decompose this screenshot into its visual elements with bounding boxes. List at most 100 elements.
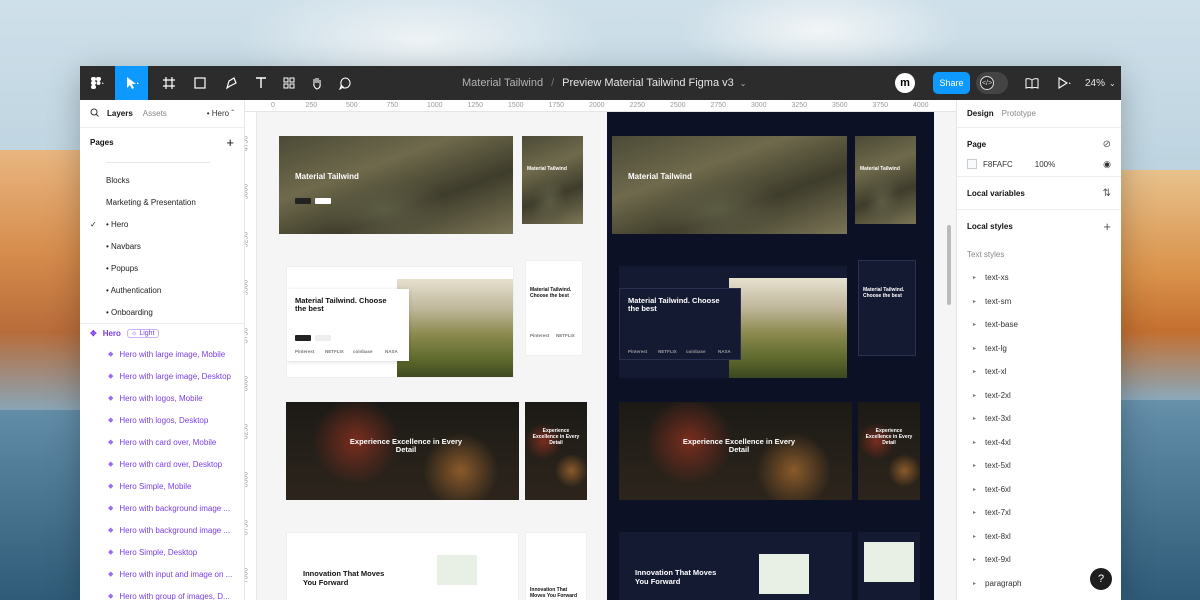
page-fill-row[interactable]: F8FAFC 100% ◉: [967, 152, 1111, 176]
add-style-icon[interactable]: +: [1103, 219, 1111, 234]
text-style-item[interactable]: ▸ text-4xl: [957, 431, 1121, 455]
page-opacity[interactable]: 100%: [1035, 160, 1055, 169]
text-style-item[interactable]: ▸ text-7xl: [957, 501, 1121, 525]
hand-tool-icon[interactable]: [304, 66, 330, 100]
frame-hero-card-over-desktop[interactable]: Material Tailwind. Choose the best Pinte…: [286, 266, 514, 378]
page-item-label: • Popups: [106, 263, 139, 273]
layers-list: ◆ Hero with large image, Mobile ◆ Hero with…: [80, 343, 244, 600]
frame-hero-large-image-mobile[interactable]: Material Tailwind: [522, 136, 583, 224]
canvas[interactable]: 0 250 500 750 1000 1250 1500 1750 2000 2250 2500 27…: [245, 100, 956, 600]
logo-nasa: NASA: [718, 349, 731, 354]
page-item[interactable]: • Navbars: [80, 235, 244, 257]
tab-layers[interactable]: Layers: [107, 109, 133, 118]
team-name[interactable]: Material Tailwind: [462, 77, 543, 89]
text-style-item[interactable]: ▸ text-sm: [957, 290, 1121, 314]
frame-hero-large-image-desktop[interactable]: Material Tailwind: [279, 136, 513, 234]
text-style-item[interactable]: ▸ text-lg: [957, 337, 1121, 361]
frame-hero-background-image-desktop-dark[interactable]: Experience Excellence in Every Detail: [619, 402, 852, 500]
move-tool-icon[interactable]: [115, 66, 148, 100]
tab-prototype[interactable]: Prototype: [1002, 109, 1036, 118]
layer-item[interactable]: ◆ Hero with large image, Mobile: [80, 343, 244, 365]
components-icon[interactable]: [276, 66, 302, 100]
layer-item[interactable]: ◆ Hero with background image ...: [80, 519, 244, 541]
frame-hero-card-over-mobile[interactable]: Material Tailwind. Choose the best Pinte…: [525, 260, 583, 356]
frame-hero-background-image-mobile[interactable]: Experience Excellence in Every Detail: [525, 402, 587, 500]
frame-title: Material Tailwind. Choose the best: [295, 296, 387, 313]
eye-icon[interactable]: ◉: [1103, 159, 1111, 170]
add-page-icon[interactable]: +: [226, 135, 234, 150]
text-style-item[interactable]: ▸ text-5xl: [957, 454, 1121, 478]
frame-title: Material Tailwind: [860, 166, 900, 172]
page-item[interactable]: • Onboarding: [80, 301, 244, 323]
text-style-item[interactable]: ▸ text-2xl: [957, 384, 1121, 408]
frame-hero-group-images-mobile-dark[interactable]: [858, 532, 920, 600]
layer-item[interactable]: ◆ Hero Simple, Desktop: [80, 541, 244, 563]
avatar[interactable]: m: [895, 73, 915, 93]
ruler-tick-label: 2250: [629, 102, 646, 109]
layer-item[interactable]: ◆ Hero Simple, Mobile: [80, 475, 244, 497]
layer-item[interactable]: ◆ Hero with logos, Desktop: [80, 409, 244, 431]
text-style-item[interactable]: ▸ text-3xl: [957, 407, 1121, 431]
frame-hero-input-image-desktop-dark[interactable]: Innovation That Moves You Forward: [619, 532, 852, 600]
file-name[interactable]: Preview Material Tailwind Figma v3: [562, 77, 734, 89]
text-style-label: text-4xl: [985, 437, 1011, 447]
dev-mode-toggle[interactable]: </>: [976, 72, 1008, 94]
search-icon[interactable]: [90, 108, 99, 119]
variables-settings-icon[interactable]: ⇅: [1103, 188, 1111, 199]
frame-hero-background-image-mobile-dark[interactable]: Experience Excellence in Every Detail: [858, 402, 920, 500]
page-item[interactable]: • Authentication: [80, 279, 244, 301]
frame-hero-input-image-desktop[interactable]: Innovation That Moves You Forward: [286, 532, 519, 600]
text-tool-icon[interactable]: [248, 66, 274, 100]
text-styles-list: ▸ text-xs ▸ text-sm ▸ text-base ▸ text-lg ▸ text-…: [957, 266, 1121, 595]
local-variables-title[interactable]: Local variables: [967, 189, 1025, 198]
page-item[interactable]: Blocks: [80, 169, 244, 191]
tab-design[interactable]: Design: [967, 109, 994, 118]
text-style-item[interactable]: ▸ text-xs: [957, 266, 1121, 290]
page-color-hex[interactable]: F8FAFC: [983, 160, 1013, 169]
layer-item[interactable]: ◆ Hero with card over, Desktop: [80, 453, 244, 475]
layer-item[interactable]: ◆ Hero with background image ...: [80, 497, 244, 519]
layer-group-hero[interactable]: ✥ Hero ☼ Light: [80, 323, 244, 343]
frame-hero-card-over-desktop-dark[interactable]: Material Tailwind. Choose the best Pinte…: [619, 266, 847, 378]
shape-tool-icon[interactable]: [186, 66, 216, 100]
pen-tool-icon[interactable]: [217, 66, 247, 100]
frame-tool-icon[interactable]: [155, 66, 185, 100]
canvas-scrollbar[interactable]: [947, 225, 951, 305]
logo-coinbase: coinbase: [353, 349, 373, 354]
layer-group-label: Hero: [102, 329, 121, 338]
library-icon[interactable]: [1020, 66, 1044, 100]
layer-item[interactable]: ◆ Hero with group of images, D...: [80, 585, 244, 600]
chevron-down-icon[interactable]: ⌄: [740, 79, 747, 88]
present-icon[interactable]: [1050, 66, 1078, 100]
page-item[interactable]: ✓ • Hero: [80, 213, 244, 235]
text-style-item[interactable]: ▸ text-6xl: [957, 478, 1121, 502]
help-button[interactable]: ?: [1090, 568, 1112, 590]
local-styles-section: Local styles + Text styles ▸ text-xs ▸ text…: [957, 210, 1121, 595]
share-button[interactable]: Share: [933, 72, 970, 94]
text-style-item[interactable]: ▸ text-base: [957, 313, 1121, 337]
page-color-swatch[interactable]: [967, 159, 977, 169]
logo-coinbase: coinbase: [686, 349, 706, 354]
layer-item[interactable]: ◆ Hero with input and image on ...: [80, 563, 244, 585]
frame-hero-card-over-mobile-dark[interactable]: Material Tailwind. Choose the best: [858, 260, 916, 356]
text-style-item[interactable]: ▸ text-8xl: [957, 525, 1121, 549]
zoom-dropdown[interactable]: 24% ⌄: [1085, 66, 1116, 100]
frame-hero-background-image-desktop[interactable]: Experience Excellence in Every Detail: [286, 402, 519, 500]
figma-menu-icon[interactable]: [80, 66, 114, 100]
text-style-label: text-xl: [985, 367, 1007, 377]
logo-netflix: NETFLIX: [556, 333, 575, 338]
page-item[interactable]: • Popups: [80, 257, 244, 279]
tab-assets[interactable]: Assets: [143, 109, 167, 118]
layer-item[interactable]: ◆ Hero with logos, Mobile: [80, 387, 244, 409]
frame-hero-large-image-mobile-dark[interactable]: Material Tailwind: [855, 136, 916, 224]
layer-item[interactable]: ◆ Hero with large image, Desktop: [80, 365, 244, 387]
comment-icon[interactable]: [332, 66, 358, 100]
frame-hero-input-image-mobile[interactable]: Innovation That Moves You Forward: [525, 532, 587, 600]
text-style-item[interactable]: ▸ text-xl: [957, 360, 1121, 384]
adjust-icon[interactable]: ⊘: [1103, 139, 1111, 150]
frame-hero-large-image-desktop-dark[interactable]: Material Tailwind: [612, 136, 847, 234]
current-page-selector[interactable]: • Hero ˆ: [207, 109, 234, 118]
layer-item[interactable]: ◆ Hero with card over, Mobile: [80, 431, 244, 453]
ruler-tick-label: 5250: [245, 231, 250, 248]
page-item[interactable]: Marketing & Presentation: [80, 191, 244, 213]
